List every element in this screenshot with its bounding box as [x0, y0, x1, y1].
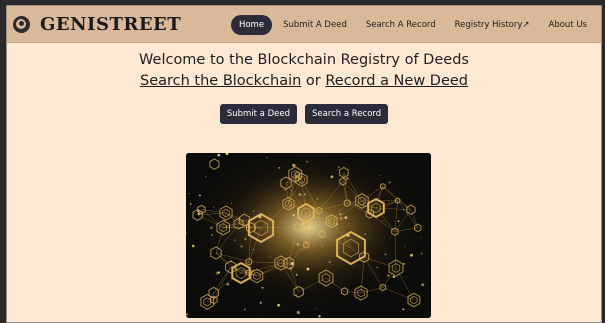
nav-about-us[interactable]: About Us [541, 16, 595, 34]
action-buttons: Submit a Deed Search a Record [7, 104, 601, 124]
hero-subtitle: Search the Blockchain or Record a New De… [7, 73, 601, 89]
submit-deed-button[interactable]: Submit a Deed [219, 104, 297, 124]
search-record-button[interactable]: Search a Record [304, 104, 389, 124]
blockchain-hero-image [186, 153, 431, 318]
circle-logo-icon [13, 15, 30, 33]
hero-connector: or [301, 73, 326, 89]
page-title: Welcome to the Blockchain Registry of De… [139, 52, 469, 68]
nav-submit-deed[interactable]: Submit A Deed [275, 16, 355, 34]
browser-page: GENISTREET Home Submit A Deed Search A R… [6, 5, 602, 323]
record-deed-link[interactable]: Record a New Deed [325, 73, 468, 89]
nav-registry-history[interactable]: Registry History↗ [447, 16, 538, 34]
hexagon-network-illustration [186, 153, 431, 318]
brand-name: GENISTREET [40, 13, 182, 35]
search-blockchain-link[interactable]: Search the Blockchain [140, 73, 301, 89]
navbar: GENISTREET Home Submit A Deed Search A R… [7, 6, 601, 43]
nav-search-record[interactable]: Search A Record [358, 16, 444, 34]
brand[interactable]: GENISTREET [13, 14, 181, 35]
nav-home[interactable]: Home [230, 14, 273, 35]
nav-links: Home Submit A Deed Search A Record Regis… [228, 6, 595, 43]
